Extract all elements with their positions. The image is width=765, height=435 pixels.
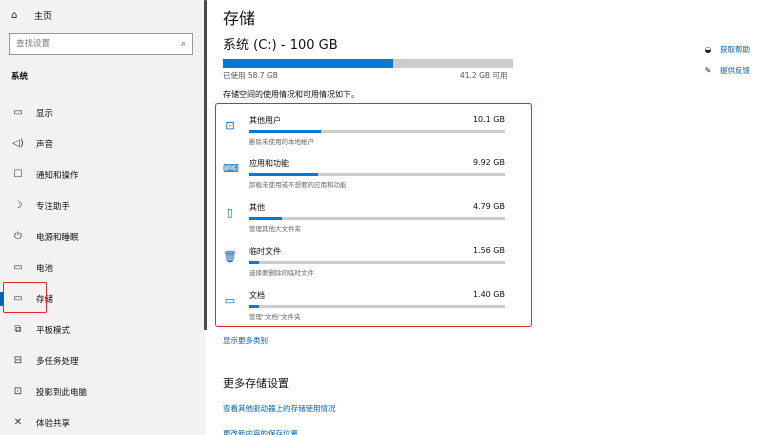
storage-icon: ▭	[13, 293, 23, 304]
category-bar-fill	[249, 130, 321, 133]
search-input[interactable]	[16, 39, 181, 49]
display-icon: ▭	[13, 107, 23, 118]
tablet-mode-icon: ⧉	[14, 324, 22, 335]
category-bar	[249, 217, 505, 220]
category-bar	[249, 173, 505, 176]
sidebar-item-display[interactable]: ▭ 显示	[0, 97, 205, 128]
sidebar-item-power[interactable]: ⏻ 电源和睡眠	[0, 221, 205, 252]
sidebar-item-tablet-mode[interactable]: ⧉ 平板模式	[0, 314, 205, 345]
apps-icon: ⌨	[223, 162, 239, 175]
category-name: 应用和功能	[249, 159, 289, 168]
get-help-link[interactable]: ◒ 获取帮助	[702, 39, 751, 60]
category-documents[interactable]: ▭ 文档 1.40 GB 管理"文档"文件夹	[223, 290, 513, 330]
category-size: 10.1 GB	[472, 115, 505, 124]
sidebar-item-label: 多任务处理	[36, 356, 79, 367]
category-bar	[249, 305, 505, 308]
category-name: 文档	[249, 291, 265, 300]
sidebar: ⌂ 主页 ⌕ 系统 ▭ 显示 ◁) 声音 ☐ 通知和操作 ☽ 专注助手 ⏻ 电源…	[0, 0, 205, 435]
drive-usage-fill	[223, 59, 394, 68]
show-more-categories-link[interactable]: 显示更多类别	[223, 335, 268, 346]
sidebar-item-notifications[interactable]: ☐ 通知和操作	[0, 159, 205, 190]
sidebar-item-label: 通知和操作	[36, 170, 79, 181]
sidebar-item-label: 体验共享	[36, 418, 71, 429]
sidebar-item-storage[interactable]: ▭ 存储	[0, 283, 205, 314]
trash-icon: 🗑	[223, 250, 237, 263]
more-storage-settings-heading: 更多存储设置	[223, 377, 289, 390]
drive-usage-bar	[223, 59, 513, 68]
category-subtitle: 管理其他大文件夹	[249, 225, 301, 233]
battery-icon: ▭	[13, 262, 23, 273]
home-label: 主页	[34, 12, 53, 22]
notification-icon: ☐	[13, 169, 23, 180]
search-box[interactable]: ⌕	[9, 33, 193, 55]
category-size: 1.40 GB	[472, 290, 505, 299]
sidebar-item-label: 显示	[36, 108, 54, 119]
section-label: 系统	[11, 72, 29, 82]
feedback-icon: ✎	[704, 66, 712, 75]
free-space-label: 41.2 GB 可用	[460, 71, 508, 80]
get-help-icon: ◒	[704, 45, 712, 54]
sidebar-item-label: 存储	[36, 294, 54, 305]
category-bar	[249, 261, 505, 264]
multitasking-icon: ⊟	[13, 355, 23, 366]
sidebar-item-label: 专注助手	[36, 201, 71, 212]
project-icon: ⊡	[13, 386, 23, 397]
users-icon: ⊡	[225, 119, 235, 132]
sidebar-scrollbar[interactable]	[204, 0, 207, 330]
category-subtitle: 删除未使用的本地帐户	[249, 138, 314, 146]
sidebar-item-shared-experience[interactable]: ✕ 体验共享	[0, 407, 205, 435]
category-bar-fill	[249, 305, 260, 308]
drive-title: 系统 (C:) - 100 GB	[223, 38, 338, 53]
sidebar-item-multitasking[interactable]: ⊟ 多任务处理	[0, 345, 205, 376]
sidebar-item-label: 平板模式	[36, 325, 71, 336]
sidebar-item-battery[interactable]: ▭ 电池	[0, 252, 205, 283]
focus-assist-icon: ☽	[13, 200, 23, 211]
category-size: 9.92 GB	[472, 158, 505, 167]
sidebar-item-label: 声音	[36, 139, 54, 150]
page-title: 存储	[223, 9, 256, 28]
sidebar-item-project[interactable]: ⊡ 投影到此电脑	[0, 376, 205, 407]
category-name: 其他用户	[249, 116, 281, 125]
category-subtitle: 管理"文档"文件夹	[249, 313, 301, 321]
category-apps-features[interactable]: ⌨ 应用和功能 9.92 GB 卸载未使用或不想要的应用和功能	[223, 158, 513, 198]
shared-experience-icon: ✕	[13, 417, 23, 428]
sidebar-item-label: 电池	[36, 263, 54, 274]
sidebar-item-label: 投影到此电脑	[36, 387, 88, 398]
search-icon[interactable]: ⌕	[181, 39, 186, 49]
change-save-location-link[interactable]: 更改新内容的保存位置	[223, 428, 298, 435]
sound-icon: ◁)	[12, 138, 24, 149]
sidebar-item-label: 电源和睡眠	[36, 232, 79, 243]
help-panel: ◒ 获取帮助 ✎ 提供反馈	[702, 39, 751, 81]
category-temp-files[interactable]: 🗑 临时文件 1.56 GB 选择要删除的临时文件	[223, 246, 513, 286]
sidebar-item-focus-assist[interactable]: ☽ 专注助手	[0, 190, 205, 221]
other-icon: ▯	[226, 206, 234, 219]
storage-description: 存储空间的使用情况和可用情况如下。	[223, 90, 359, 99]
give-feedback-label: 提供反馈	[720, 66, 750, 75]
category-bar	[249, 130, 505, 133]
category-bar-fill	[249, 217, 283, 220]
category-bar-fill	[249, 261, 260, 264]
sidebar-nav: ▭ 显示 ◁) 声音 ☐ 通知和操作 ☽ 专注助手 ⏻ 电源和睡眠 ▭ 电池 ▭…	[0, 97, 205, 435]
sidebar-item-sound[interactable]: ◁) 声音	[0, 128, 205, 159]
home-link[interactable]: ⌂ 主页	[11, 9, 52, 22]
category-subtitle: 卸载未使用或不想要的应用和功能	[249, 181, 347, 189]
get-help-label: 获取帮助	[720, 45, 750, 54]
category-name: 其他	[249, 203, 265, 212]
category-other[interactable]: ▯ 其他 4.79 GB 管理其他大文件夹	[223, 202, 513, 242]
documents-icon: ▭	[224, 294, 236, 307]
power-icon: ⏻	[14, 231, 22, 242]
view-other-drives-link[interactable]: 查看其他驱动器上的存储使用情况	[223, 403, 336, 414]
category-size: 4.79 GB	[472, 202, 505, 211]
category-subtitle: 选择要删除的临时文件	[249, 269, 314, 277]
home-icon: ⌂	[11, 10, 18, 21]
category-other-users[interactable]: ⊡ 其他用户 10.1 GB 删除未使用的本地帐户	[223, 115, 513, 155]
category-bar-fill	[249, 173, 319, 176]
used-space-label: 已使用 58.7 GB	[223, 71, 278, 80]
category-name: 临时文件	[249, 247, 281, 256]
category-size: 1.56 GB	[472, 246, 505, 255]
give-feedback-link[interactable]: ✎ 提供反馈	[702, 60, 750, 81]
